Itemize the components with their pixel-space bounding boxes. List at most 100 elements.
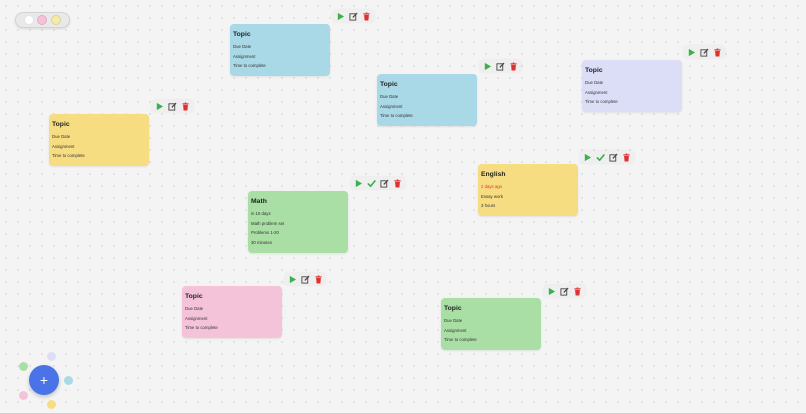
play-icon [583, 153, 592, 162]
task-detail: 2 days ago [481, 184, 503, 189]
delete-button[interactable] [572, 286, 583, 297]
card-toolbar [152, 100, 193, 112]
delete-button[interactable] [313, 274, 324, 285]
delete-button[interactable] [361, 11, 372, 22]
task-detail: Assignment [185, 315, 208, 321]
trash-icon [573, 287, 582, 296]
complete-button[interactable] [366, 178, 377, 189]
check-icon [596, 153, 605, 162]
task-detail: Time to complete [585, 99, 618, 105]
add-task-button[interactable]: + [29, 365, 59, 395]
task-card-topic-3[interactable]: Topic Due Date Assignment Time to complete [582, 60, 682, 112]
edit-button[interactable] [379, 178, 390, 189]
play-icon [288, 275, 297, 284]
task-detail: Time to complete [444, 337, 477, 343]
task-title: Topic [585, 67, 603, 74]
edit-button[interactable] [300, 274, 311, 285]
play-icon [547, 287, 556, 296]
task-detail: in 10 days [251, 211, 271, 216]
task-detail: Time to complete [52, 153, 85, 159]
task-card-topic-6[interactable]: Topic Due Date Assignment Time to complete [441, 298, 541, 350]
edit-icon [700, 48, 709, 57]
edit-button[interactable] [699, 47, 710, 58]
edit-icon [609, 153, 618, 162]
edit-icon [301, 275, 310, 284]
task-title: Topic [233, 31, 251, 38]
task-card-topic-2[interactable]: Topic Due Date Assignment Time to complete [377, 74, 477, 126]
start-button[interactable] [582, 152, 593, 163]
card-toolbar [333, 10, 374, 22]
task-card-topic-5[interactable]: Topic Due Date Assignment Time to complete [182, 286, 282, 338]
color-swatch-green[interactable] [19, 362, 28, 371]
window-control-dot[interactable] [51, 15, 62, 25]
task-detail: Due Date [185, 306, 204, 311]
task-detail: Time to complete [380, 113, 413, 119]
trash-icon [622, 153, 631, 162]
task-title: Topic [444, 305, 462, 312]
start-button[interactable] [287, 274, 298, 285]
delete-button[interactable] [392, 178, 403, 189]
task-detail: Due Date [585, 80, 604, 85]
edit-icon [496, 62, 505, 71]
card-toolbar [544, 285, 585, 297]
task-detail: Assignment [585, 89, 608, 95]
trash-icon [362, 12, 371, 21]
task-detail: Assignment [444, 327, 467, 333]
task-card-topic-4[interactable]: Topic Due Date Assignment Time to complete [49, 114, 149, 166]
start-button[interactable] [482, 61, 493, 72]
edit-icon [168, 102, 177, 111]
delete-button[interactable] [621, 152, 632, 163]
edit-button[interactable] [608, 152, 619, 163]
task-title: Math [251, 198, 267, 205]
edit-button[interactable] [348, 11, 359, 22]
task-detail: Essay work [481, 193, 503, 199]
start-button[interactable] [335, 11, 346, 22]
color-swatch-yellow[interactable] [47, 400, 56, 409]
edit-icon [349, 12, 358, 21]
window-control-dot[interactable] [37, 15, 48, 25]
task-card-topic-1[interactable]: Topic Due Date Assignment Time to complete [230, 24, 330, 76]
card-toolbar [285, 273, 326, 285]
play-icon [483, 62, 492, 71]
edit-button[interactable] [559, 286, 570, 297]
play-icon [354, 179, 363, 188]
color-swatch-pink[interactable] [19, 391, 28, 400]
trash-icon [181, 102, 190, 111]
trash-icon [314, 275, 323, 284]
start-button[interactable] [546, 286, 557, 297]
edit-button[interactable] [167, 101, 178, 112]
edit-icon [560, 287, 569, 296]
task-detail: Due Date [380, 94, 399, 99]
task-title: Topic [185, 293, 203, 300]
start-button[interactable] [353, 178, 364, 189]
task-detail: Time to complete [233, 63, 266, 69]
start-button[interactable] [686, 47, 697, 58]
complete-button[interactable] [595, 152, 606, 163]
delete-button[interactable] [180, 101, 191, 112]
card-toolbar [480, 60, 521, 72]
color-swatch-lavender[interactable] [47, 352, 56, 361]
card-toolbar [684, 46, 725, 58]
task-detail: Math problem set [251, 220, 285, 226]
trash-icon [393, 179, 402, 188]
task-title: Topic [52, 121, 70, 128]
task-detail: Problems 1-20 [251, 230, 279, 236]
window-control-dot[interactable] [23, 15, 34, 25]
task-title: English [481, 171, 506, 178]
task-detail: Assignment [380, 103, 403, 109]
task-detail: Due Date [52, 134, 71, 139]
task-card-english[interactable]: English 2 days ago Essay work 3 hours [478, 164, 578, 216]
task-detail: Assignment [233, 53, 256, 59]
start-button[interactable] [154, 101, 165, 112]
play-icon [336, 12, 345, 21]
task-detail: Time to complete [185, 325, 218, 331]
play-icon [687, 48, 696, 57]
task-title: Topic [380, 81, 398, 88]
delete-button[interactable] [712, 47, 723, 58]
color-swatch-blue[interactable] [64, 376, 73, 385]
edit-button[interactable] [495, 61, 506, 72]
task-card-math[interactable]: Math in 10 days Math problem set Problems 1… [248, 191, 348, 253]
card-toolbar [580, 151, 634, 163]
delete-button[interactable] [508, 61, 519, 72]
window-controls [15, 12, 70, 28]
